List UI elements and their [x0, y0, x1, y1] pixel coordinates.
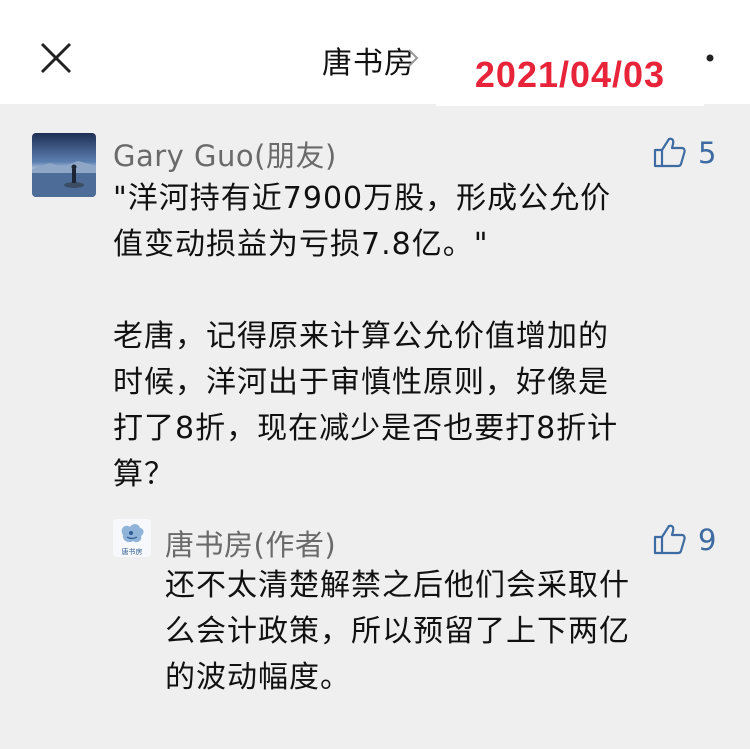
reply-text: 还不太清楚解禁之后他们会采取什 么会计政策，所以预留了上下两亿 的波动幅度。	[165, 568, 630, 695]
page-title[interactable]: 唐书房	[322, 38, 415, 82]
author-logo: 唐书房	[122, 524, 144, 556]
comment-text: "洋河持有近7900万股，形成公允价 值变动损益为亏损7.8亿。" 老唐，记得原…	[113, 181, 619, 492]
avatar[interactable]	[32, 133, 96, 197]
thumbs-up-icon[interactable]	[653, 523, 687, 555]
author-avatar[interactable]: 唐书房	[113, 519, 151, 557]
comment-author[interactable]: Gary Guo(朋友)	[113, 133, 337, 175]
author-logo-label: 唐书房	[122, 547, 143, 556]
like-count: 9	[698, 523, 717, 557]
chevron-right-icon[interactable]	[403, 46, 423, 70]
like-count: 5	[698, 136, 717, 170]
avatar-photo	[32, 133, 96, 197]
reply-author[interactable]: 唐书房(作者)	[165, 522, 336, 564]
thumbs-up-icon[interactable]	[653, 136, 687, 168]
date-stamp: 2021/04/03	[436, 44, 704, 106]
close-icon[interactable]	[38, 40, 74, 76]
